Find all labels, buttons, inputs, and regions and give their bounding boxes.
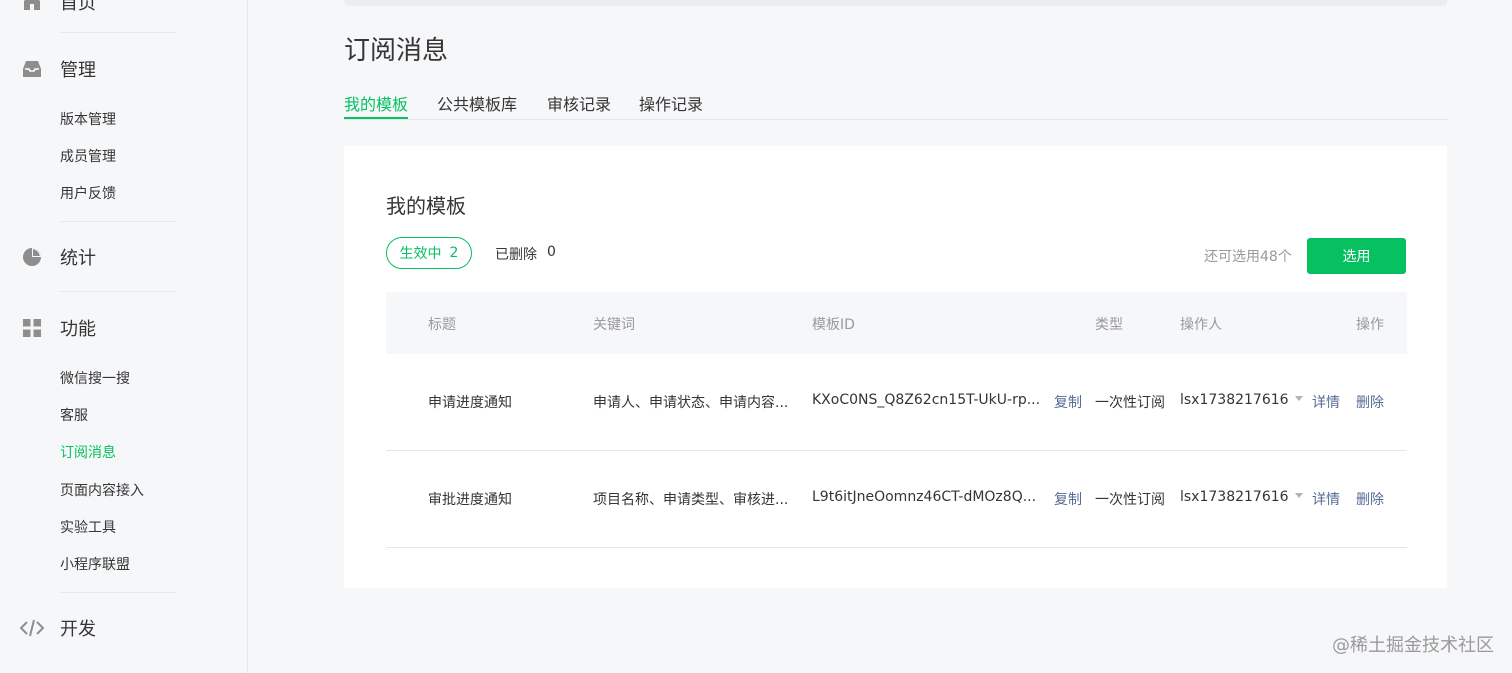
caret-down-icon [1294, 395, 1303, 401]
cell-type: 一次性订阅 [1095, 492, 1165, 508]
sidebar-item-subscription[interactable]: 订阅消息 [60, 443, 116, 463]
tab-bar: 我的模板 公共模板库 审核记录 操作记录 [344, 86, 1448, 120]
card-title: 我的模板 [386, 194, 466, 218]
cell-type: 一次性订阅 [1095, 395, 1165, 411]
copy-id-link[interactable]: 复制 [1054, 489, 1082, 509]
filter-deleted-label: 已删除 [495, 247, 537, 263]
cell-title: 审批进度通知 [428, 492, 512, 508]
tab-operation-records[interactable]: 操作记录 [639, 91, 703, 119]
delete-link[interactable]: 删除 [1356, 489, 1384, 509]
templates-table: 标题 关键词 模板ID 类型 操作人 操作 申请进度通知 申请人、申请状态、申请… [386, 292, 1407, 548]
sidebar-item-feedback[interactable]: 用户反馈 [60, 184, 116, 204]
home-icon [20, 0, 44, 14]
tab-public-library[interactable]: 公共模板库 [437, 91, 517, 119]
copy-id-link[interactable]: 复制 [1054, 392, 1082, 412]
col-title: 标题 [428, 317, 456, 333]
detail-link[interactable]: 详情 [1312, 392, 1340, 412]
filter-deleted-count: 0 [547, 244, 556, 260]
tab-review-records[interactable]: 审核记录 [547, 91, 611, 119]
cell-template-id: KXoC0NS_Q8Z62cn15T-UkU-rp... [812, 392, 1041, 408]
delete-link[interactable]: 删除 [1356, 392, 1384, 412]
nav-manage-label: 管理 [60, 60, 96, 81]
col-action: 操作 [1356, 317, 1384, 333]
sidebar-item-members[interactable]: 成员管理 [60, 147, 116, 167]
nav-stats-label: 统计 [60, 248, 96, 269]
cell-title: 申请进度通知 [428, 395, 512, 411]
nav-divider [60, 221, 176, 222]
table-header: 标题 关键词 模板ID 类型 操作人 操作 [386, 292, 1407, 354]
cell-template-id: L9t6itJneOomnz46CT-dMOz8Q... [812, 489, 1037, 505]
remaining-quota: 还可选用48个 [1204, 249, 1292, 265]
pie-chart-icon [20, 245, 44, 269]
nav-divider [60, 592, 176, 593]
operator-dropdown[interactable]: lsx1738217616 [1180, 489, 1303, 505]
cell-operator: lsx1738217616 [1180, 392, 1289, 408]
sidebar-item-alliance[interactable]: 小程序联盟 [60, 555, 130, 575]
sidebar-item-experiment[interactable]: 实验工具 [60, 518, 116, 538]
sidebar-item-search[interactable]: 微信搜一搜 [60, 369, 130, 389]
nav-features[interactable]: 功能 [20, 314, 96, 342]
operator-dropdown[interactable]: lsx1738217616 [1180, 392, 1303, 408]
nav-home[interactable]: 首页 [20, 0, 96, 16]
nav-features-label: 功能 [60, 319, 96, 340]
table-row: 申请进度通知 申请人、申请状态、申请内容... KXoC0NS_Q8Z62cn1… [386, 354, 1407, 451]
inbox-icon [20, 57, 44, 81]
table-row: 审批进度通知 项目名称、申请类型、审核进... L9t6itJneOomnz46… [386, 451, 1407, 548]
sidebar-item-version[interactable]: 版本管理 [60, 110, 116, 130]
sidebar: 首页 管理 版本管理 成员管理 用户反馈 统计 功能 微信搜一搜 客服 订阅消息… [0, 0, 248, 673]
watermark: @稀土掘金技术社区 [1332, 635, 1494, 656]
page-title: 订阅消息 [344, 36, 449, 66]
detail-link[interactable]: 详情 [1312, 489, 1340, 509]
filter-active-label: 生效中 [399, 246, 442, 262]
nav-divider [60, 32, 176, 33]
nav-dev[interactable]: 开发 [20, 614, 96, 642]
col-type: 类型 [1095, 317, 1123, 333]
select-template-button[interactable]: 选用 [1307, 238, 1406, 274]
col-keywords: 关键词 [593, 317, 635, 333]
sidebar-item-customer-service[interactable]: 客服 [60, 406, 88, 426]
col-template-id: 模板ID [812, 317, 855, 333]
filter-deleted[interactable]: 已删除 0 [495, 244, 556, 264]
cell-keywords: 项目名称、申请类型、审核进... [593, 492, 789, 508]
cell-operator: lsx1738217616 [1180, 489, 1289, 505]
code-icon [20, 616, 44, 640]
nav-stats[interactable]: 统计 [20, 243, 96, 271]
nav-dev-label: 开发 [60, 619, 96, 640]
cell-keywords: 申请人、申请状态、申请内容... [593, 395, 789, 411]
filter-active[interactable]: 生效中 2 [386, 237, 472, 269]
sidebar-item-page-content[interactable]: 页面内容接入 [60, 481, 144, 501]
top-bar [344, 0, 1447, 6]
tab-my-templates[interactable]: 我的模板 [344, 91, 409, 119]
nav-divider [60, 291, 176, 292]
nav-manage[interactable]: 管理 [20, 55, 96, 83]
filter-active-count: 2 [449, 245, 459, 261]
caret-down-icon [1294, 492, 1303, 498]
col-operator: 操作人 [1180, 317, 1222, 333]
templates-card: 我的模板 生效中 2 已删除 0 还可选用48个 选用 标题 关键词 模板ID … [344, 146, 1447, 588]
nav-home-label: 首页 [60, 0, 96, 14]
grid-icon [20, 316, 44, 340]
